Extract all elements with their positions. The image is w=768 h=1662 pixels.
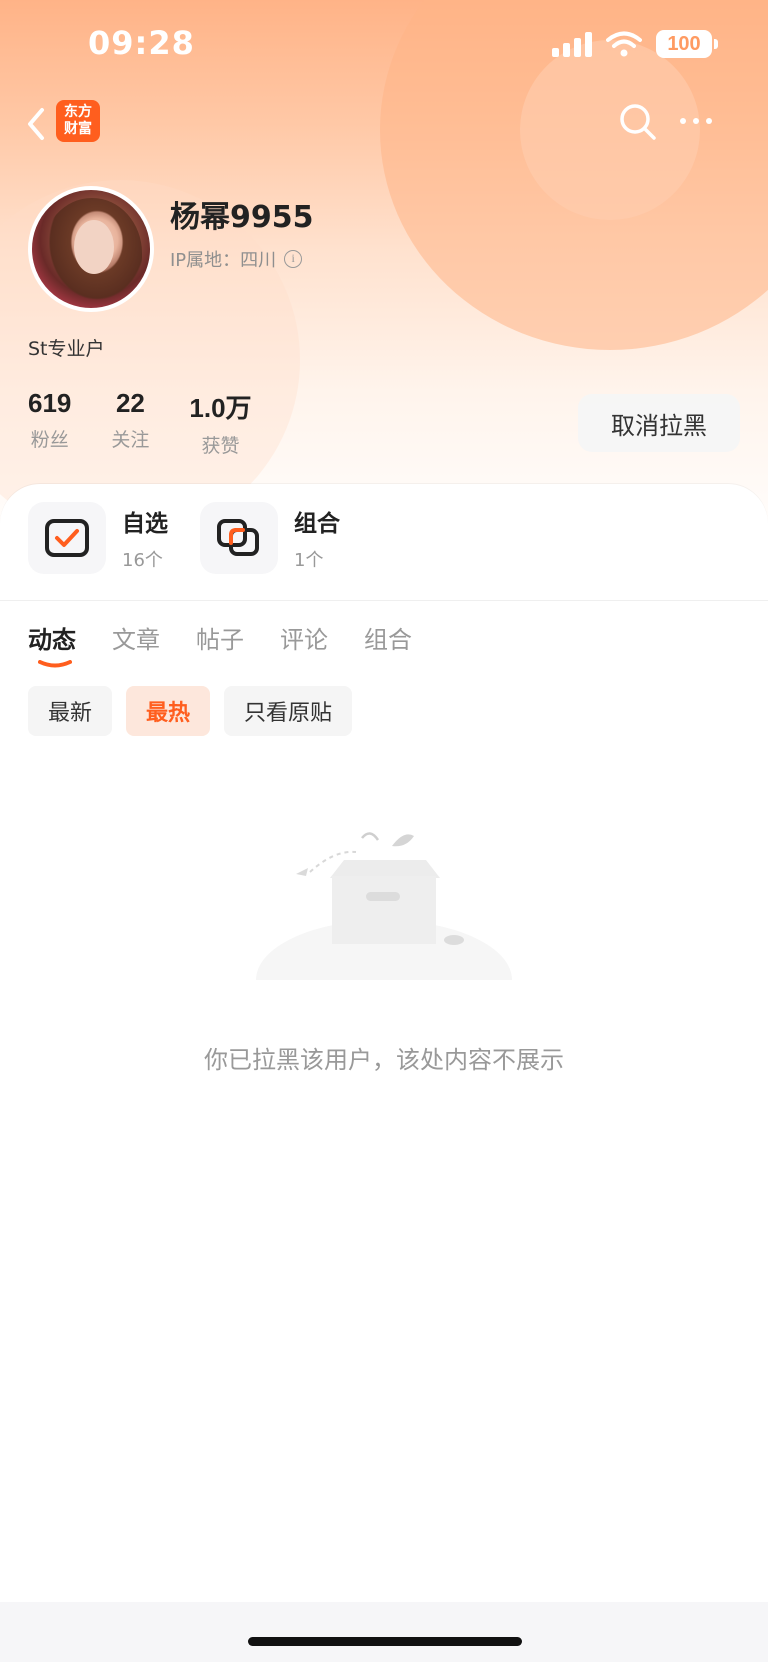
profile-stats: 619 粉丝 22 关注 1.0万 获赞 [28,388,292,458]
wifi-icon [606,31,642,57]
ip-location: IP属地：四川 i [170,246,303,272]
home-indicator[interactable] [248,1637,522,1646]
shortcut-icon-box [200,502,278,574]
tab-label: 动态 [28,626,76,654]
divider [0,600,768,601]
empty-state-message: 你已拉黑该用户，该处内容不展示 [204,1046,564,1074]
info-icon[interactable]: i [284,250,303,268]
stat-value: 1.0万 [189,393,252,423]
top-nav: 东方 财富 [0,96,768,152]
search-icon[interactable] [618,102,658,142]
tab-feed[interactable]: 动态 [28,620,76,668]
stat-value: 619 [28,388,72,418]
user-tag: St专业户 [28,338,105,360]
filter-latest[interactable]: 最新 [28,686,113,736]
tab-comments[interactable]: 评论 [280,620,328,655]
avatar[interactable] [28,186,154,312]
portfolio-icon [217,519,259,556]
tab-portfolios[interactable]: 组合 [364,620,412,655]
shortcut-watchlist[interactable]: 自选 16个 [28,502,168,574]
shortcut-title: 组合 [294,511,340,537]
sort-filters: 最新 最热 只看原贴 [28,686,353,736]
logo-line2: 财富 [64,121,92,137]
shortcut-icon-box [28,502,106,574]
status-icons: 100 [552,30,718,58]
watchlist-icon [45,519,89,557]
stat-label: 关注 [111,429,150,451]
tab-posts[interactable]: 帖子 [196,620,244,655]
bottom-bar [0,1602,768,1662]
tab-active-indicator [38,660,72,668]
stat-likes[interactable]: 1.0万 获赞 [189,388,251,458]
shortcut-subtitle: 16个 [122,550,163,571]
stat-value: 22 [115,388,145,418]
stat-following[interactable]: 22 关注 [111,388,149,458]
stat-label: 获赞 [201,435,240,457]
more-icon[interactable] [680,106,724,136]
filter-hottest[interactable]: 最热 [126,686,211,736]
ip-location-text: IP属地：四川 [170,250,277,271]
status-time: 09:28 [88,24,195,62]
status-bar: 09:28 100 [0,0,768,92]
battery-icon: 100 [656,30,718,58]
logo-line1: 东方 [64,104,92,120]
username: 杨幂9955 [170,200,314,235]
shortcut-title: 自选 [122,511,168,537]
shortcut-subtitle: 1个 [294,550,324,571]
cellular-signal-icon [552,31,592,57]
tab-articles[interactable]: 文章 [112,620,160,655]
unblock-button[interactable]: 取消拉黑 [578,394,740,452]
stat-label: 粉丝 [30,429,69,451]
empty-box-icon [244,832,524,1000]
content-tabs: 动态 文章 帖子 评论 组合 [28,620,412,668]
back-icon[interactable] [22,102,52,146]
app-logo[interactable]: 东方 财富 [56,100,100,142]
shortcut-portfolio[interactable]: 组合 1个 [200,502,340,574]
filter-original-only[interactable]: 只看原贴 [224,686,353,736]
stat-followers[interactable]: 619 粉丝 [28,388,71,458]
